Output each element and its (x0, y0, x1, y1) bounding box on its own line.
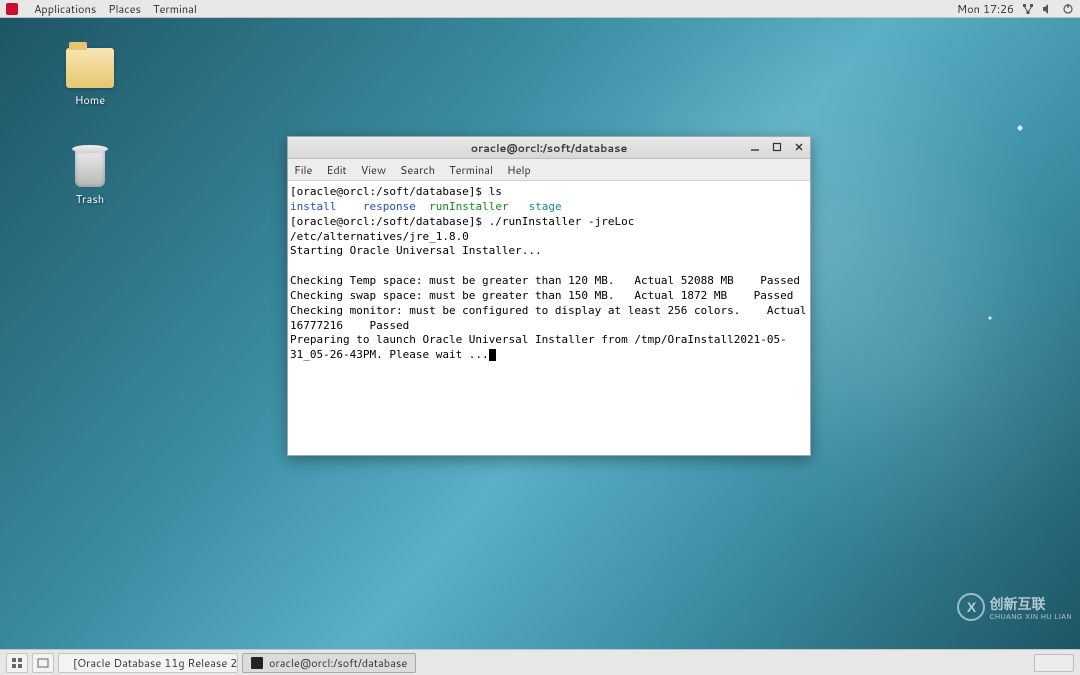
menu-search[interactable]: Search (400, 162, 435, 178)
desktop-icon-label: Trash (55, 191, 125, 207)
taskbar-item-terminal[interactable]: oracle@orcl:/soft/database (242, 653, 416, 673)
menu-help[interactable]: Help (507, 162, 531, 178)
desktop-icon-label: Home (55, 92, 125, 108)
output-line: Starting Oracle Universal Installer... (290, 244, 542, 257)
top-panel: Applications Places Terminal Mon 17:26 (0, 0, 1080, 18)
titlebar[interactable]: oracle@orcl:/soft/database (288, 137, 810, 159)
folder-icon (66, 48, 114, 88)
power-icon[interactable] (1062, 3, 1074, 15)
terminal-body[interactable]: [oracle@orcl:/soft/database]$ ls install… (288, 181, 810, 455)
maximize-button[interactable] (770, 140, 784, 154)
menu-terminal[interactable]: Terminal (153, 1, 197, 17)
terminal-icon (251, 657, 263, 669)
ls-output: runInstaller (429, 200, 508, 213)
watermark: X 创新互联 CHUANG XIN HU LIAN (957, 593, 1072, 621)
ls-output: install (290, 200, 336, 213)
window-title: oracle@orcl:/soft/database (471, 140, 628, 156)
menu-places[interactable]: Places (108, 1, 141, 17)
ls-output: stage (528, 200, 561, 213)
cursor (489, 349, 496, 361)
menu-file[interactable]: File (294, 162, 312, 178)
output-line: Preparing to launch Oracle Universal Ins… (290, 333, 787, 361)
command: ls (489, 185, 502, 198)
desktop-icon-trash[interactable]: Trash (55, 143, 125, 207)
terminal-window[interactable]: oracle@orcl:/soft/database File Edit Vie… (287, 136, 811, 456)
trash-icon (70, 143, 110, 187)
taskbar-item-label: [Oracle Database 11g Release 2 Inst... (73, 655, 238, 671)
output-line: Checking Temp space: must be greater tha… (290, 274, 800, 287)
menu-terminal-menu[interactable]: Terminal (449, 162, 493, 178)
terminal-menubar: File Edit View Search Terminal Help (288, 159, 810, 181)
volume-icon[interactable] (1042, 3, 1054, 15)
menu-edit[interactable]: Edit (326, 162, 346, 178)
minimize-button[interactable] (748, 140, 762, 154)
menu-view[interactable]: View (361, 162, 386, 178)
desktop[interactable]: Home Trash oracle@orcl:/soft/database Fi… (0, 18, 1080, 649)
show-desktop-button[interactable] (6, 653, 28, 673)
ls-output: response (363, 200, 416, 213)
workspace-switcher[interactable] (1034, 654, 1074, 672)
output-line: Checking monitor: must be configured to … (290, 304, 810, 332)
watermark-logo-icon: X (957, 593, 985, 621)
network-icon[interactable] (1022, 3, 1034, 15)
clock[interactable]: Mon 17:26 (957, 1, 1014, 17)
desktop-icon-home[interactable]: Home (55, 48, 125, 108)
output-line: Checking swap space: must be greater tha… (290, 289, 793, 302)
taskbar-item-oracle-installer[interactable]: [Oracle Database 11g Release 2 Inst... (58, 653, 238, 673)
taskbar-item-label: oracle@orcl:/soft/database (269, 655, 407, 671)
close-button[interactable] (792, 140, 806, 154)
distro-icon (6, 3, 18, 15)
menu-applications[interactable]: Applications (34, 1, 96, 17)
prompt: [oracle@orcl:/soft/database]$ (290, 215, 489, 228)
watermark-brand: 创新互联 (989, 594, 1072, 614)
watermark-sub: CHUANG XIN HU LIAN (989, 614, 1072, 621)
taskbar: [Oracle Database 11g Release 2 Inst... o… (0, 649, 1080, 675)
prompt: [oracle@orcl:/soft/database]$ (290, 185, 489, 198)
window-list-button[interactable] (32, 653, 54, 673)
